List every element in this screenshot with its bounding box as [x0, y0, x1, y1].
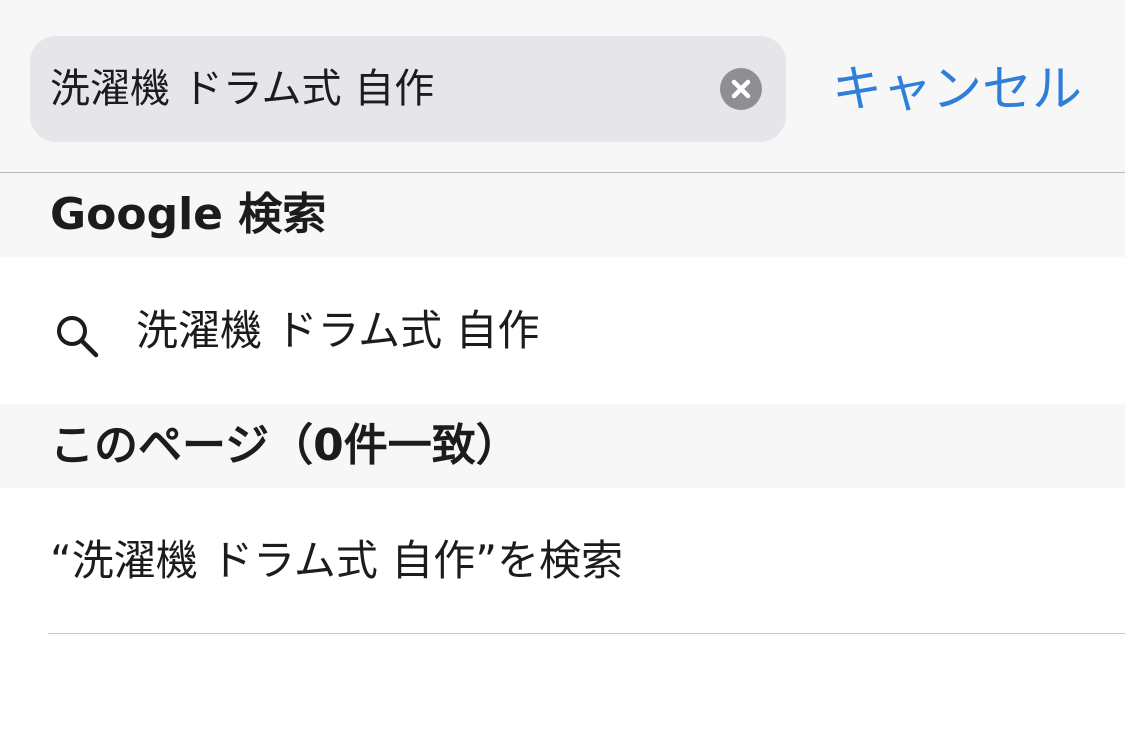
section-header-google-search: Google 検索: [0, 173, 1125, 257]
section-header-label: Google 検索: [50, 189, 327, 240]
search-input[interactable]: 洗濯機 ドラム式 自作: [50, 36, 434, 142]
search-bar: 洗濯機 ドラム式 自作 キャンセル: [0, 0, 1125, 173]
section-header-on-this-page: このページ（0件一致）: [0, 404, 1125, 488]
row-divider: [48, 633, 1125, 634]
google-search-suggestion[interactable]: 洗濯機 ドラム式 自作: [0, 257, 1125, 404]
clear-icon[interactable]: [720, 68, 762, 110]
suggestion-text: 洗濯機 ドラム式 自作: [136, 306, 540, 355]
safari-search-screen: 洗濯機 ドラム式 自作 キャンセル Google 検索 洗濯機 ドラム式 自作 …: [0, 0, 1125, 752]
search-field[interactable]: 洗濯機 ドラム式 自作: [30, 36, 786, 142]
cancel-button[interactable]: キャンセル: [832, 36, 1082, 142]
section-header-label: このページ（0件一致）: [50, 420, 520, 471]
search-icon: [54, 313, 100, 359]
find-on-page-item[interactable]: “洗濯機 ドラム式 自作”を検索: [0, 488, 1125, 634]
find-on-page-text: “洗濯機 ドラム式 自作”を検索: [50, 536, 623, 585]
